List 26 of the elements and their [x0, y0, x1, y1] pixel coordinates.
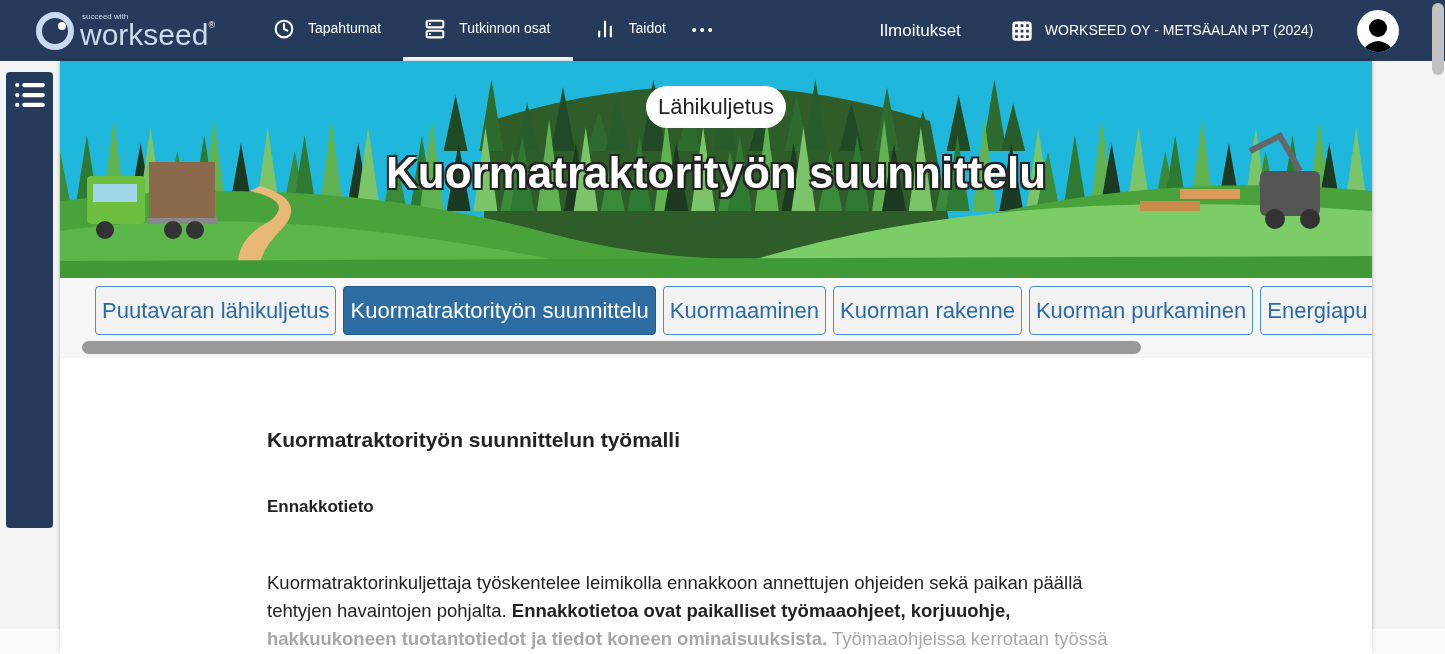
topic-tab[interactable]: Kuormatraktorityön suunnittelu	[343, 286, 656, 335]
page-scrollbar[interactable]	[1432, 3, 1444, 75]
logo-mark-icon	[36, 11, 74, 50]
logo-tagline: succeed with	[81, 12, 130, 21]
more-button[interactable]: •••	[687, 0, 720, 61]
body-paragraph: Kuormatraktorinkuljettaja työskentelee leimikolla ennakkoon annettujen ohjeiden sekä paikan päällä tehtyjen havaintojen pohjalta. Ennakkotietoa ovat paikalliset työmaaohjeet, korjuuohje, hakkuukoneen tuotantotiedot ja tiedot koneen ominaisuuksista. Työmaaohjeissa kerrotaan työssä	[267, 571, 1109, 651]
section-heading: Kuormatraktorityön suunnittelun työmalli	[267, 427, 682, 453]
topic-tab[interactable]: Kuormaaminen	[662, 286, 827, 335]
notifications-link[interactable]: Ilmoitukset	[879, 17, 961, 44]
topic-tab[interactable]: Kuorman rakenne	[833, 286, 1022, 335]
grid-icon	[1010, 19, 1033, 42]
category-badge: Lähikuljetus	[645, 86, 787, 128]
registered-mark: ®	[208, 20, 216, 30]
nav-tab[interactable]: Tapahtumat	[252, 0, 404, 61]
logo-wordmark: workseed	[80, 20, 209, 49]
horizontal-scrollbar[interactable]	[82, 341, 1141, 354]
workseed-logo[interactable]: succeed with workseed®	[36, 11, 216, 50]
clock-icon	[274, 18, 294, 39]
nav-tab[interactable]: Taidot	[572, 0, 688, 61]
stack-icon	[425, 18, 446, 39]
avatar-icon[interactable]	[1357, 9, 1399, 52]
topic-tab[interactable]: Energiapu	[1260, 286, 1372, 335]
topic-tab[interactable]: Kuorman purkaminen	[1028, 286, 1254, 335]
subheading: Ennakkotieto	[267, 495, 375, 518]
topic-tab[interactable]: Puutavaran lähikuljetus	[95, 286, 337, 335]
organization-selector[interactable]: WORKSEED OY - METSÄALAN PT (2024)	[1010, 19, 1314, 42]
